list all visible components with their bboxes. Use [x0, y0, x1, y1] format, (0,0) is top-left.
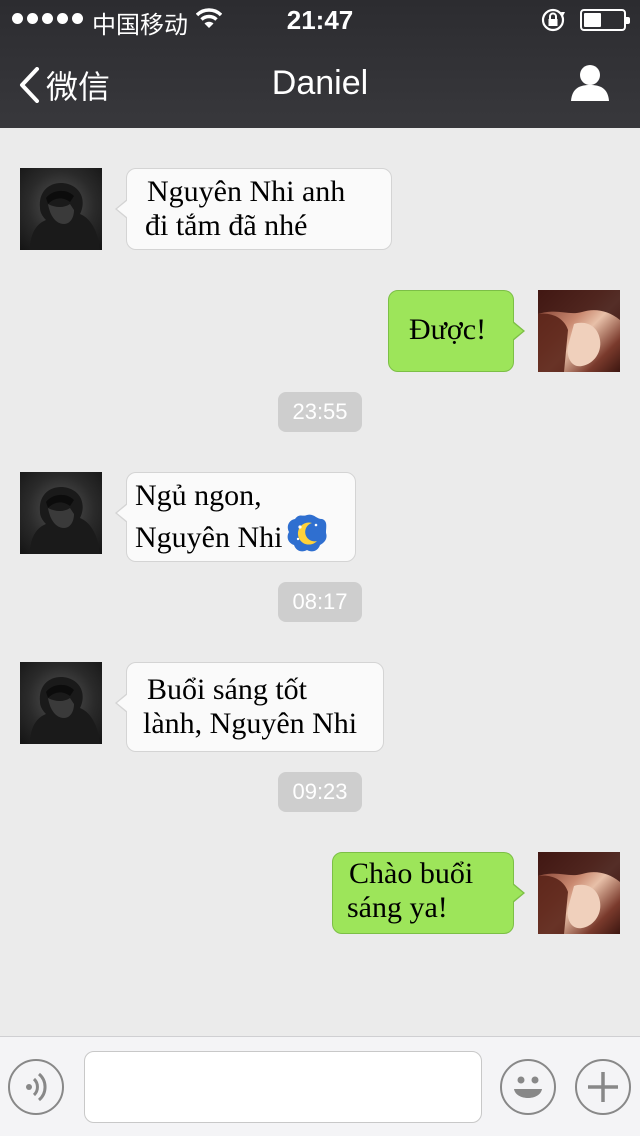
person-icon [571, 65, 609, 101]
message-line: Ngủ ngon, [135, 479, 262, 512]
message-line-with-emoji: Nguyên Nhi [135, 513, 355, 555]
my-avatar[interactable] [538, 852, 620, 934]
message-bubble-outgoing[interactable]: Chào buổi sáng ya! [332, 852, 525, 934]
smiley-icon [514, 1076, 542, 1098]
my-avatar[interactable] [538, 290, 620, 372]
message-bubble-incoming[interactable]: Ngủ ngon, Nguyên Nhi [115, 472, 356, 562]
message-line: Nguyên Nhi anh [147, 175, 346, 208]
chat-title: Daniel [271, 64, 369, 102]
rotation-lock-icon [541, 8, 567, 37]
sleeping-moon-icon [288, 514, 328, 552]
battery-icon [580, 9, 630, 31]
message-line: Nguyên Nhi [135, 521, 283, 554]
message-line: lành, Nguyên Nhi [143, 707, 358, 740]
timestamp: 23:55 [278, 392, 362, 432]
contact-avatar[interactable] [20, 472, 102, 554]
timestamp: 08:17 [278, 582, 362, 622]
top-bar: 中国移动 21:47 微信 Daniel [0, 0, 640, 128]
voice-input-button[interactable] [8, 1059, 64, 1115]
message-line: sáng ya! [347, 891, 448, 924]
contact-avatar[interactable] [20, 168, 102, 250]
message-line: Được! [409, 313, 487, 346]
emoji-button[interactable] [500, 1059, 556, 1115]
message-bubble-outgoing[interactable]: Được! [388, 290, 525, 372]
plus-icon [588, 1072, 618, 1102]
contact-avatar[interactable] [20, 662, 102, 744]
contact-profile-button[interactable] [570, 64, 610, 107]
message-line: Chào buổi [349, 857, 474, 890]
message-bubble-incoming[interactable]: Nguyên Nhi anh đi tắm đã nhé [115, 168, 392, 250]
voice-icon [26, 1072, 47, 1102]
message-input[interactable] [84, 1051, 482, 1123]
message-line: Buổi sáng tốt [147, 673, 308, 706]
chat-area[interactable]: Nguyên Nhi anh đi tắm đã nhé Được! 23:55… [0, 128, 640, 1036]
message-line: đi tắm đã nhé [145, 209, 308, 242]
status-bar: 中国移动 21:47 [0, 0, 640, 40]
input-bar [0, 1036, 640, 1136]
more-options-button[interactable] [575, 1059, 631, 1115]
timestamp: 09:23 [278, 772, 362, 812]
nav-bar: 微信 Daniel [0, 40, 640, 128]
message-bubble-incoming[interactable]: Buổi sáng tốt lành, Nguyên Nhi [115, 662, 384, 752]
